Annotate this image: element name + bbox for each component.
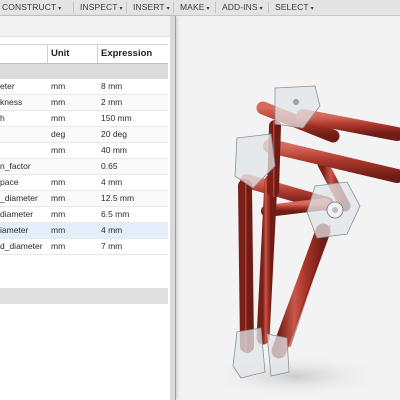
chevron-down-icon: ▾ (58, 6, 62, 12)
param-unit: mm (51, 177, 66, 187)
param-unit: mm (51, 113, 66, 123)
tripod-model-render[interactable] (175, 16, 400, 400)
column-divider[interactable] (47, 45, 48, 63)
parameter-group-row[interactable] (0, 288, 168, 304)
column-divider[interactable] (97, 45, 98, 63)
table-header: Unit Expression (0, 44, 168, 64)
toolbar: CONSTRUCT ▾ INSPECT ▾ INSERT ▾ MAKE ▾ ADD-IN… (0, 0, 400, 16)
connector-foot-left (232, 327, 266, 379)
chevron-down-icon: ▾ (166, 6, 170, 12)
param-name: kness (0, 97, 23, 107)
table-row[interactable]: deg 20 deg (0, 127, 168, 143)
chevron-down-icon: ▾ (119, 6, 123, 12)
param-expression[interactable]: 12.5 mm (101, 193, 134, 203)
menu-add-ins[interactable]: ADD-INS ▾ (222, 0, 263, 15)
parameters-dialog: Unit Expression eter mm 8 mm kness mm 2 … (0, 16, 176, 400)
param-name: h (0, 113, 5, 123)
param-expression[interactable]: 6.5 mm (101, 209, 129, 219)
top-bolt (293, 99, 299, 105)
param-unit: mm (51, 97, 66, 107)
param-name: _diameter (0, 193, 38, 203)
table-row[interactable]: diameter mm 6.5 mm (0, 207, 168, 223)
param-expression[interactable]: 4 mm (101, 225, 122, 235)
param-unit: mm (51, 145, 66, 155)
param-expression[interactable]: 2 mm (101, 97, 122, 107)
param-unit: mm (51, 209, 66, 219)
menu-select[interactable]: SELECT ▾ (275, 0, 314, 15)
menu-make[interactable]: MAKE ▾ (180, 0, 210, 15)
rod-middle-right (263, 139, 400, 183)
col-header-unit[interactable]: Unit (51, 48, 69, 59)
col-header-expression[interactable]: Expression (101, 48, 152, 59)
table-row[interactable]: h mm 150 mm (0, 111, 168, 127)
floor-shadow (200, 354, 390, 398)
leg-right-diagonal (271, 223, 331, 359)
menu-divider (173, 2, 174, 13)
param-name: iameter (0, 225, 29, 235)
param-name: eter (0, 81, 15, 91)
param-name: n_factor (0, 161, 31, 171)
param-unit: mm (51, 81, 66, 91)
param-name: diameter (0, 209, 34, 219)
menu-divider (73, 2, 74, 13)
param-unit: mm (51, 241, 66, 251)
param-name: d_diameter (0, 241, 43, 251)
hub-bolt (332, 207, 338, 213)
parameter-group-row[interactable] (0, 64, 168, 79)
param-expression[interactable]: 150 mm (101, 113, 132, 123)
param-expression[interactable]: 40 mm (101, 145, 127, 155)
param-unit: mm (51, 225, 66, 235)
param-unit: mm (51, 193, 66, 203)
menu-divider (215, 2, 216, 13)
table-row-selected[interactable]: iameter mm 4 mm (0, 223, 168, 239)
menu-insert[interactable]: INSERT ▾ (133, 0, 170, 15)
table-row[interactable]: kness mm 2 mm (0, 95, 168, 111)
menu-inspect[interactable]: INSPECT ▾ (80, 0, 123, 15)
param-expression[interactable]: 7 mm (101, 241, 122, 251)
param-name: pace (0, 177, 19, 187)
menu-divider (126, 2, 127, 13)
param-expression[interactable]: 8 mm (101, 81, 122, 91)
chevron-down-icon: ▾ (259, 6, 263, 12)
menu-divider (268, 2, 269, 13)
param-expression[interactable]: 0.65 (101, 161, 118, 171)
table-row[interactable]: pace mm 4 mm (0, 175, 168, 191)
table-row[interactable]: eter mm 8 mm (0, 79, 168, 95)
table-row[interactable]: _diameter mm 12.5 mm (0, 191, 168, 207)
leg-center (256, 174, 278, 345)
param-unit: deg (51, 129, 66, 139)
table-row[interactable]: d_diameter mm 7 mm (0, 239, 168, 255)
param-expression[interactable]: 4 mm (101, 177, 122, 187)
chevron-down-icon: ▾ (310, 6, 314, 12)
dialog-scrollbar[interactable] (170, 16, 175, 400)
table-row[interactable]: n_factor 0.65 (0, 159, 168, 175)
parameter-rows: eter mm 8 mm kness mm 2 mm h mm 150 mm d… (0, 79, 168, 255)
3d-viewport[interactable] (175, 16, 400, 400)
chevron-down-icon: ▾ (206, 6, 210, 12)
dialog-title-strip (0, 16, 170, 37)
menu-construct[interactable]: CONSTRUCT ▾ (2, 0, 61, 15)
table-row[interactable]: mm 40 mm (0, 143, 168, 159)
leg-left (238, 179, 254, 353)
param-expression[interactable]: 20 deg (101, 129, 127, 139)
connector-foot-center (266, 333, 290, 377)
